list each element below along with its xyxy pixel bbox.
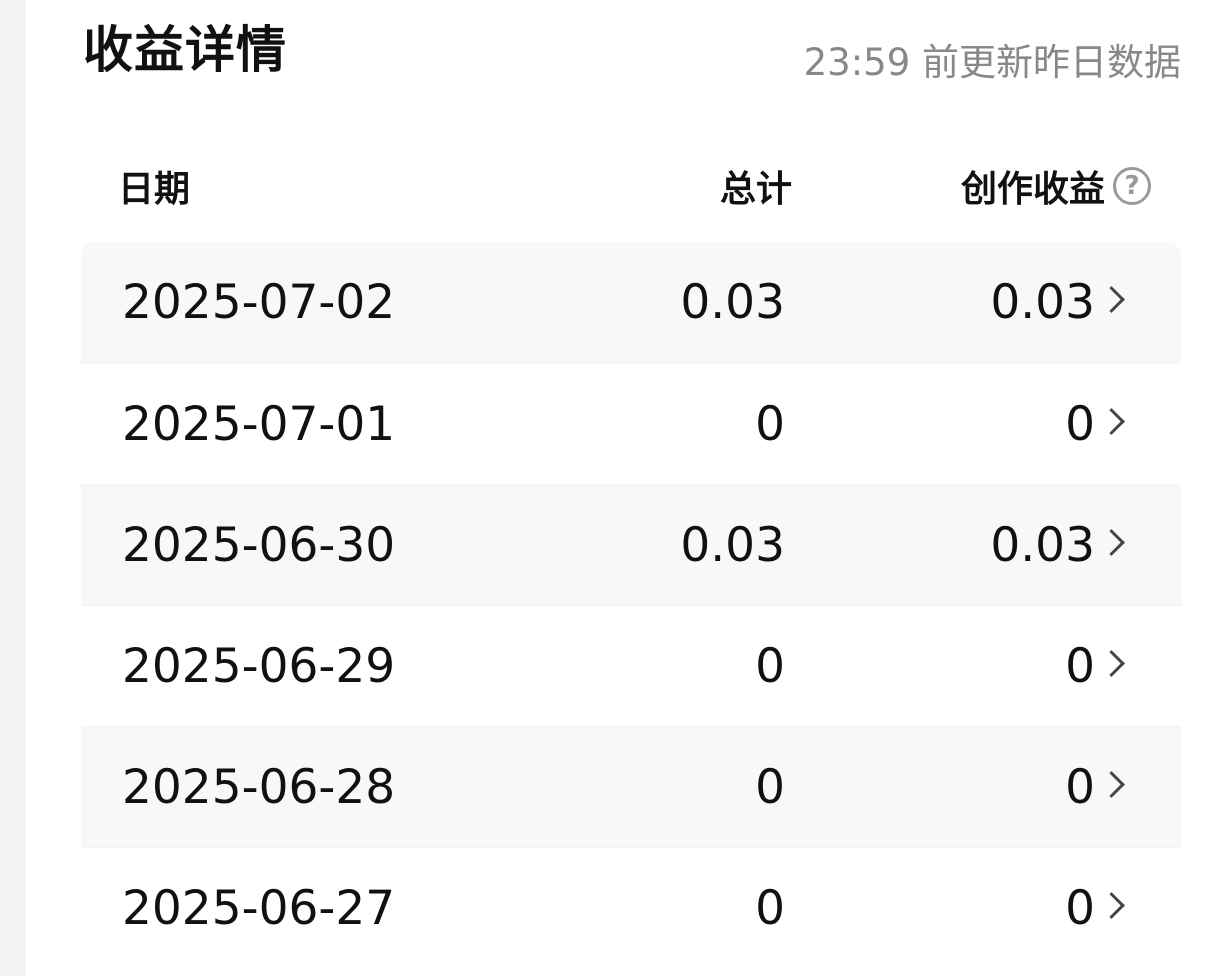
row-date: 2025-06-29 <box>122 639 396 694</box>
table-header: 日期 总计 创作收益 ? <box>81 150 1181 230</box>
row-total: 0 <box>755 881 785 936</box>
row-date: 2025-06-27 <box>122 881 396 936</box>
chevron-right-icon[interactable] <box>1098 650 1125 677</box>
column-header-date: 日期 <box>118 169 191 210</box>
row-total: 0 <box>755 760 785 815</box>
row-total: 0 <box>755 397 785 452</box>
earnings-table: 2025-07-02 0.03 0.03 2025-07-01 0 0 2025… <box>81 242 1181 968</box>
table-row[interactable]: 2025-07-01 0 0 <box>81 363 1181 484</box>
row-creative-earnings: 0 <box>1065 397 1095 452</box>
chevron-right-icon[interactable] <box>1098 529 1125 556</box>
row-date: 2025-06-28 <box>122 760 396 815</box>
chevron-right-icon[interactable] <box>1098 408 1125 435</box>
question-circle-icon[interactable]: ? <box>1113 167 1151 205</box>
update-note: 23:59 前更新昨日数据 <box>803 41 1181 84</box>
earnings-card: 收益详情 23:59 前更新昨日数据 日期 总计 创作收益 ? 2025-07-… <box>26 0 1222 976</box>
table-row[interactable]: 2025-07-02 0.03 0.03 <box>81 242 1181 363</box>
column-header-total: 总计 <box>719 169 792 210</box>
row-creative-earnings: 0 <box>1065 760 1095 815</box>
row-creative-earnings: 0 <box>1065 639 1095 694</box>
chevron-right-icon[interactable] <box>1098 286 1125 313</box>
row-total: 0.03 <box>680 518 785 573</box>
chevron-right-icon[interactable] <box>1098 892 1125 919</box>
table-row[interactable]: 2025-06-29 0 0 <box>81 605 1181 726</box>
row-date: 2025-07-02 <box>122 275 396 330</box>
table-row[interactable]: 2025-06-27 0 0 <box>81 847 1181 968</box>
table-row[interactable]: 2025-06-28 0 0 <box>81 726 1181 847</box>
row-creative-earnings: 0.03 <box>990 518 1095 573</box>
row-total: 0.03 <box>680 275 785 330</box>
row-creative-earnings: 0.03 <box>990 275 1095 330</box>
page-left-edge <box>0 0 26 976</box>
page-title: 收益详情 <box>83 21 287 79</box>
row-date: 2025-07-01 <box>122 397 396 452</box>
row-date: 2025-06-30 <box>122 518 396 573</box>
chevron-right-icon[interactable] <box>1098 771 1125 798</box>
card-header: 收益详情 23:59 前更新昨日数据 <box>26 0 1222 110</box>
row-total: 0 <box>755 639 785 694</box>
table-row[interactable]: 2025-06-30 0.03 0.03 <box>81 484 1181 605</box>
column-header-creative-earnings: 创作收益 <box>960 169 1105 210</box>
row-creative-earnings: 0 <box>1065 881 1095 936</box>
